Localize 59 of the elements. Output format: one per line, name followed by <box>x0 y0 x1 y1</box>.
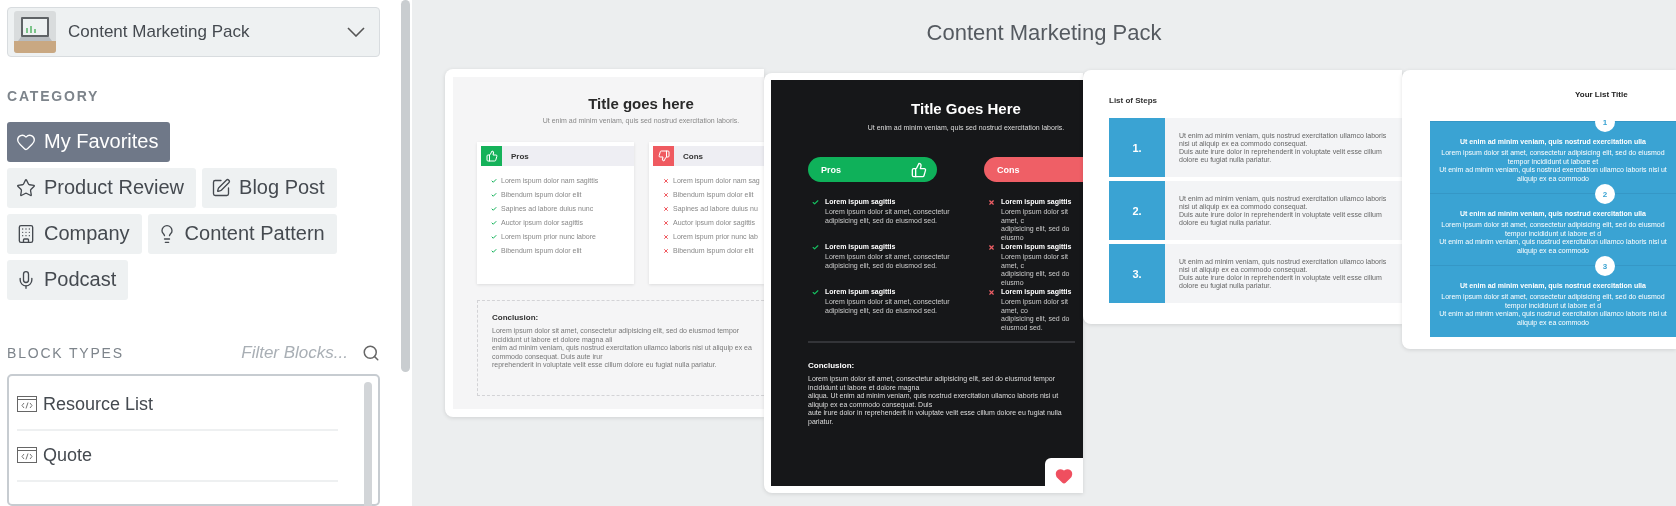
slide-title: Your List Title <box>1575 90 1628 101</box>
gallery-title: Content Marketing Pack <box>926 20 1162 46</box>
number-badge: 2 <box>1595 184 1615 204</box>
step-number: 2. <box>1109 181 1165 240</box>
conclusion-heading: Conclusion: <box>492 313 540 322</box>
check-icon <box>491 206 497 212</box>
cross-icon <box>663 206 669 212</box>
cross-icon <box>663 192 669 198</box>
step-number: 3. <box>1109 244 1165 303</box>
thumbs-up-icon <box>911 161 927 178</box>
search-icon[interactable] <box>362 343 380 362</box>
scrollbar[interactable] <box>401 0 410 372</box>
check-icon <box>491 248 497 254</box>
filter-field[interactable]: Filter Blocks... <box>123 341 350 364</box>
code-window-icon <box>17 447 37 464</box>
check-icon <box>491 178 497 184</box>
thumbs-up-icon <box>481 146 502 166</box>
category-chip[interactable]: Product Review <box>7 167 197 208</box>
check-icon <box>491 234 497 240</box>
star-icon <box>16 177 36 198</box>
cross-icon <box>663 248 669 254</box>
panel-title: Cons <box>683 151 703 161</box>
cross-icon <box>663 220 669 226</box>
cross-icon <box>663 234 669 240</box>
category-chip[interactable]: Content Pattern <box>147 213 337 254</box>
category-chip[interactable]: Podcast <box>7 259 129 300</box>
slide-title: Title Goes Here <box>911 100 1021 117</box>
number-badge: 3 <box>1595 256 1615 276</box>
section-heading: CATEGORY <box>7 87 101 104</box>
check-icon <box>812 199 819 206</box>
heart-icon <box>1055 466 1073 485</box>
conclusion-heading: Conclusion: <box>808 361 856 370</box>
category-chip[interactable]: Company <box>7 213 142 254</box>
building-icon <box>16 223 36 244</box>
step-number: 1. <box>1109 118 1165 177</box>
block-type-item[interactable]: Resource List <box>43 393 154 415</box>
cross-icon <box>988 289 995 296</box>
check-icon <box>812 244 819 251</box>
cross-icon <box>988 244 995 251</box>
block-type-item[interactable]: Quote <box>43 444 93 466</box>
pill-label: Pros <box>821 164 841 175</box>
check-icon <box>812 289 819 296</box>
check-icon <box>491 192 497 198</box>
slide-title: Title goes here <box>588 95 694 112</box>
chevron-down-icon <box>347 26 365 37</box>
pill-label: Cons <box>997 164 1020 175</box>
category-chip[interactable]: My Favorites <box>7 121 171 162</box>
pack-selector[interactable]: Content Marketing Pack <box>7 7 380 57</box>
section-heading: BLOCK TYPES <box>7 344 124 361</box>
panel-title: Pros <box>511 151 529 161</box>
cross-icon <box>988 199 995 206</box>
favorite-button[interactable] <box>1045 458 1083 493</box>
thumbs-down-icon <box>653 146 674 166</box>
cross-icon <box>663 178 669 184</box>
code-window-icon <box>17 396 37 413</box>
check-icon <box>491 220 497 226</box>
pen-square-icon <box>211 177 232 198</box>
category-chip[interactable]: Blog Post <box>202 167 337 208</box>
slide-title: List of Steps <box>1109 96 1158 107</box>
